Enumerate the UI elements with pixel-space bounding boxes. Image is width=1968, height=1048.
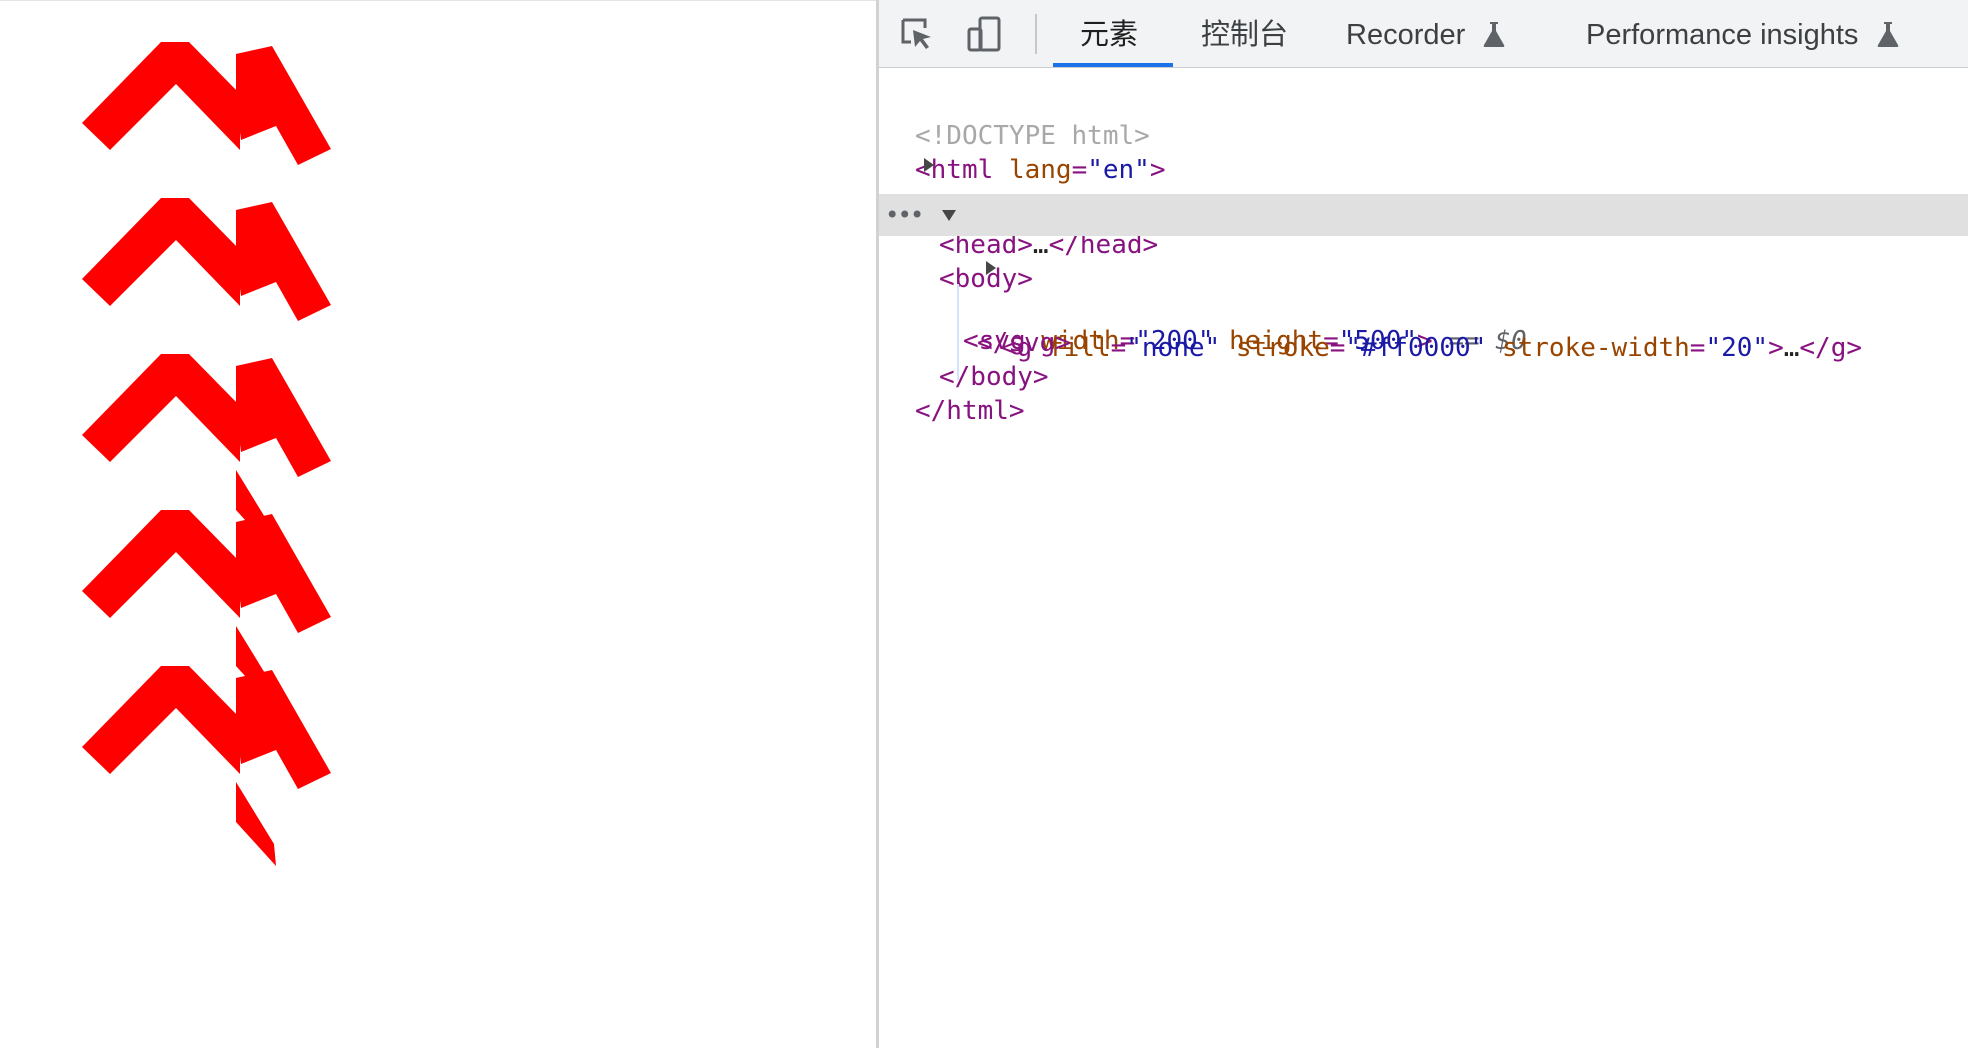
dom-node-html[interactable]: <html lang="en"> bbox=[879, 110, 1968, 185]
active-tab-indicator bbox=[1053, 63, 1173, 67]
red-zigzag-shape bbox=[236, 358, 331, 477]
expand-triangle-icon[interactable] bbox=[921, 157, 937, 173]
inspect-element-icon[interactable] bbox=[897, 14, 937, 54]
red-chevron-shape bbox=[82, 198, 240, 306]
tab-performance-insights[interactable]: Performance insights bbox=[1586, 0, 1858, 67]
red-zigzag-shape bbox=[236, 46, 331, 165]
tab-elements-label: 元素 bbox=[1080, 19, 1139, 51]
devtools-panel: 元素 控制台 Recorder Performance insights <!D… bbox=[879, 0, 1968, 1048]
red-spike-shape bbox=[236, 782, 276, 866]
page-viewport bbox=[0, 0, 876, 1048]
dom-node-g[interactable]: <g fill="none" stroke="#ff0000" stroke-w… bbox=[879, 248, 1968, 363]
red-zigzag-shape bbox=[236, 202, 331, 321]
tree-indent-guide bbox=[957, 284, 959, 380]
tab-console-label: 控制台 bbox=[1201, 19, 1289, 51]
device-toolbar-icon[interactable] bbox=[965, 14, 1005, 54]
experimental-flask-icon bbox=[1877, 22, 1899, 47]
dom-node-html-close[interactable]: </html> bbox=[879, 351, 1968, 426]
red-chevron-shape bbox=[82, 42, 240, 150]
tab-performance-insights-label: Performance insights bbox=[1586, 19, 1859, 51]
red-chevron-shape bbox=[82, 666, 240, 774]
red-chevron-shape bbox=[82, 510, 240, 618]
html-close-tag: </html> bbox=[915, 396, 1025, 426]
dom-tree: <!DOCTYPE html> <html lang="en"> <head>…… bbox=[879, 68, 1968, 1048]
rendered-svg-drawing bbox=[82, 42, 331, 866]
dom-node-svg-selected[interactable]: ••• <svg width="200" height="500"> == $0 bbox=[879, 194, 1968, 356]
red-zigzag-shape bbox=[236, 670, 331, 789]
tab-recorder[interactable]: Recorder bbox=[1346, 0, 1465, 67]
red-zigzag-shape bbox=[236, 514, 331, 633]
expand-triangle-icon[interactable] bbox=[983, 260, 999, 276]
tab-elements[interactable]: 元素 bbox=[1080, 0, 1138, 67]
toolbar-separator bbox=[1035, 14, 1037, 54]
devtools-tabbar: 元素 控制台 Recorder Performance insights bbox=[879, 0, 1968, 68]
red-chevron-shape bbox=[82, 354, 240, 462]
tab-recorder-label: Recorder bbox=[1346, 19, 1466, 51]
experimental-flask-icon bbox=[1483, 22, 1505, 47]
tab-console[interactable]: 控制台 bbox=[1201, 0, 1288, 67]
collapse-triangle-icon[interactable] bbox=[941, 207, 957, 223]
more-actions-dots-icon[interactable]: ••• bbox=[885, 194, 924, 236]
red-stroke-group bbox=[82, 42, 331, 866]
